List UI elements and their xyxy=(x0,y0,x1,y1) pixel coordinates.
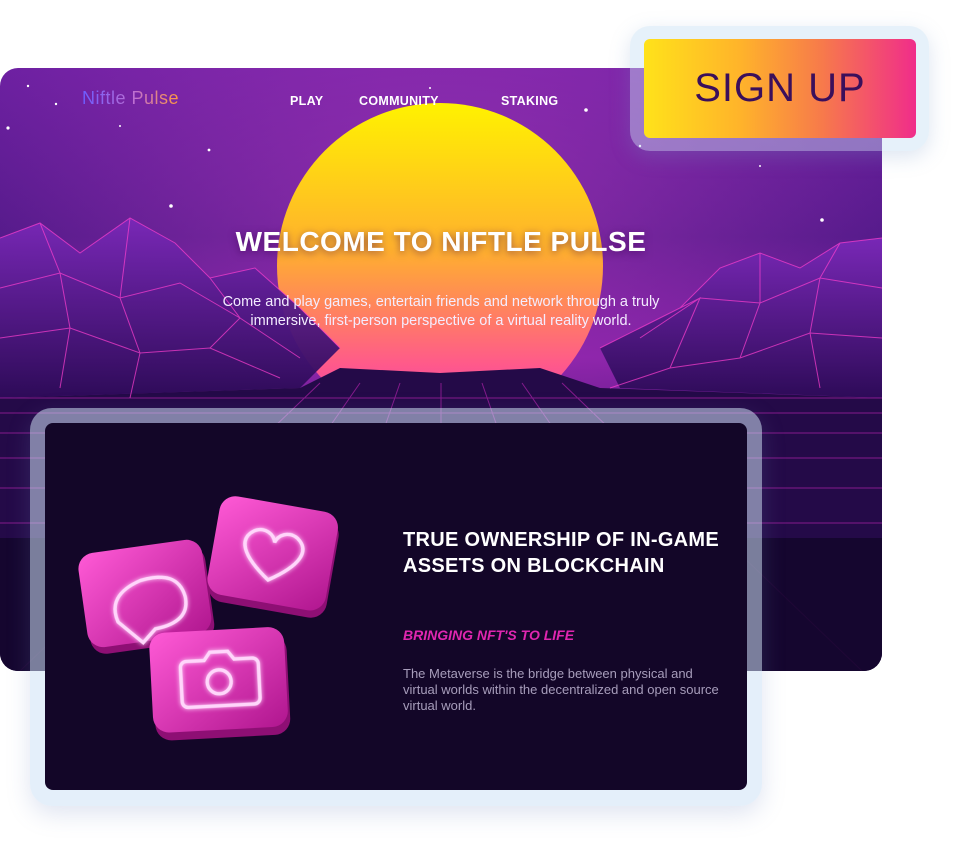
signup-button[interactable]: SIGN UP xyxy=(644,39,916,138)
feature-card-frame: TRUE OWNERSHIP OF IN-GAME ASSETS ON BLOC… xyxy=(30,408,762,806)
feature-tagline: BRINGING NFT'S TO LIFE xyxy=(403,627,575,643)
nav-community[interactable]: COMMUNITY xyxy=(359,94,439,108)
hero-title: WELCOME TO NIFTLE PULSE xyxy=(235,226,647,257)
hero-subtitle: Come and play games, entertain friends a… xyxy=(222,294,660,329)
social-icons-illustration xyxy=(78,496,339,741)
nav-play[interactable]: PLAY xyxy=(290,94,323,108)
feature-description: The Metaverse is the bridge between phys… xyxy=(403,666,719,713)
signup-frame: SIGN UP xyxy=(630,26,929,151)
feature-title: TRUE OWNERSHIP OF IN-GAME ASSETS ON BLOC… xyxy=(403,529,720,577)
heart-icon xyxy=(207,496,339,618)
nav-staking[interactable]: STAKING xyxy=(501,94,558,108)
camera-icon xyxy=(149,627,291,741)
feature-card: TRUE OWNERSHIP OF IN-GAME ASSETS ON BLOC… xyxy=(45,423,747,790)
brand-logo[interactable]: Niftle Pulse xyxy=(82,88,179,109)
